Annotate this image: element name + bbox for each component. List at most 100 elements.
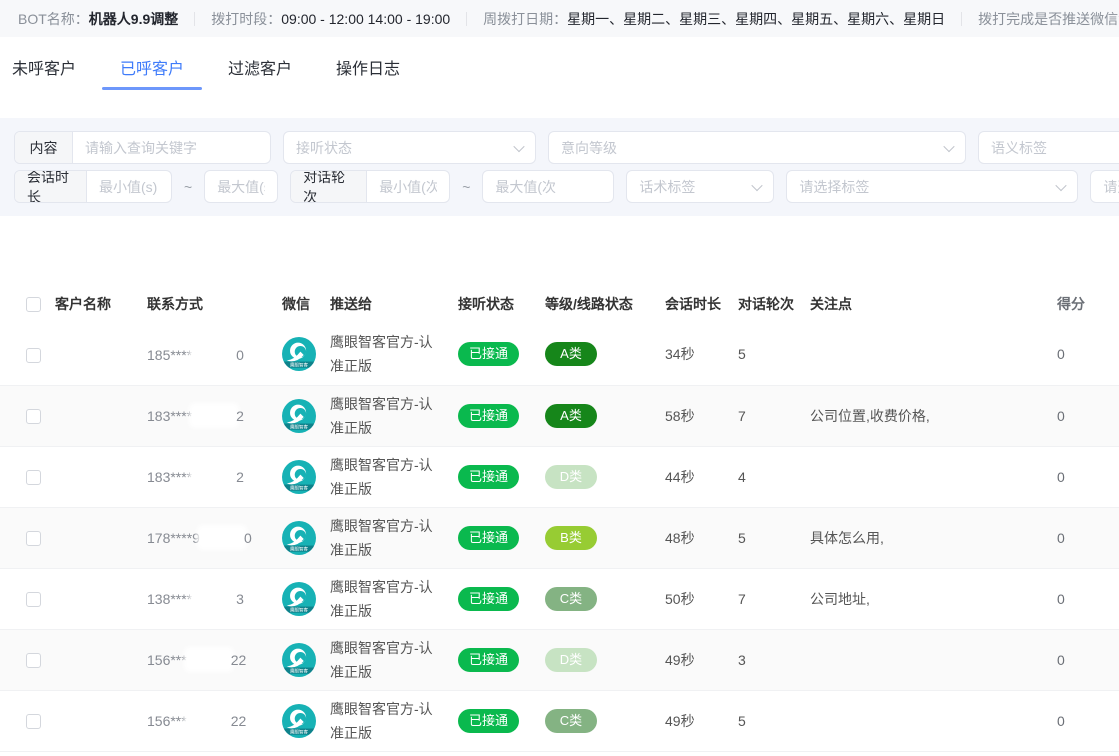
dial-time-label: 拨打时段： xyxy=(211,9,281,29)
wechat-avatar-icon xyxy=(282,337,316,371)
rounds-max-input[interactable] xyxy=(483,179,613,195)
listen-status-placeholder: 接听状态 xyxy=(296,138,352,158)
focus-cell: 公司地址, xyxy=(810,568,1045,629)
duration-max-box xyxy=(204,170,278,203)
week-days-value: 星期一、星期二、星期三、星期四、星期五、星期六、星期日 xyxy=(567,9,945,29)
filter-panel: 内容 接听状态 意向等级 会话时长 ~ 对话轮次 ~ xyxy=(0,118,1119,216)
header-push-to: 推送给 xyxy=(330,284,458,324)
phone-cell: 156***22 xyxy=(147,629,282,690)
customer-name-cell xyxy=(55,446,147,507)
customer-name-cell xyxy=(55,690,147,751)
header-grade-line-status: 等级/线路状态 xyxy=(545,284,665,324)
table-row: 185****0 鹰眼智客官方-认准正版 已接通 A类 34秒 5 0 xyxy=(0,324,1119,385)
rounds-cell: 5 xyxy=(738,690,810,751)
push-to-name: 鹰眼智客官方-认准正版 xyxy=(330,514,446,562)
chevron-down-icon xyxy=(1056,179,1067,190)
score-cell: 0 xyxy=(1045,324,1119,385)
row-checkbox[interactable] xyxy=(26,409,41,424)
content-keyword-input[interactable] xyxy=(73,140,270,156)
status-badge: 已接通 xyxy=(458,526,519,550)
wechat-avatar-icon xyxy=(282,704,316,738)
phone-cell: 156***22 xyxy=(147,690,282,751)
rounds-cell: 5 xyxy=(738,324,810,385)
select-tag-placeholder: 请选择标签 xyxy=(799,177,869,197)
semantic-tag-input[interactable] xyxy=(979,140,1119,156)
row-checkbox[interactable] xyxy=(26,531,41,546)
table-row: 156***22 鹰眼智客官方-认准正版 已接通 C类 49秒 5 0 xyxy=(0,690,1119,751)
week-days-label: 周拨打日期： xyxy=(483,9,567,29)
redaction-blur xyxy=(193,468,235,485)
select-all-checkbox[interactable] xyxy=(26,297,41,312)
push-to-name: 鹰眼智客官方-认准正版 xyxy=(330,636,446,684)
duration-min-input[interactable] xyxy=(87,179,171,195)
header-contact: 联系方式 xyxy=(147,284,282,324)
rounds-min-input[interactable] xyxy=(367,179,449,195)
wechat-avatar-icon xyxy=(282,460,316,494)
push-to-name: 鹰眼智客官方-认准正版 xyxy=(330,697,446,745)
status-badge: 已接通 xyxy=(458,587,519,611)
duration-cell: 49秒 xyxy=(665,690,738,751)
duration-cell: 48秒 xyxy=(665,507,738,568)
tilde-separator: ~ xyxy=(184,179,192,195)
row-checkbox[interactable] xyxy=(26,592,41,607)
tab-filtered-customers[interactable]: 过滤客户 xyxy=(224,55,296,79)
status-badge: 已接通 xyxy=(458,342,519,366)
customer-tabs: 未呼客户 已呼客户 过滤客户 操作日志 xyxy=(8,45,1119,89)
phone-cell: 178****90 xyxy=(147,507,282,568)
duration-max-input[interactable] xyxy=(205,179,277,195)
tab-called-customers[interactable]: 已呼客户 xyxy=(116,55,188,79)
push-to-name: 鹰眼智客官方-认准正版 xyxy=(330,453,446,501)
table-row: 183****2 鹰眼智客官方-认准正版 已接通 D类 44秒 4 0 xyxy=(0,446,1119,507)
listen-status-select[interactable]: 接听状态 xyxy=(283,131,536,164)
focus-cell xyxy=(810,690,1045,751)
table-row: 156***22 鹰眼智客官方-认准正版 已接通 D类 49秒 3 0 xyxy=(0,629,1119,690)
customer-name-cell xyxy=(55,385,147,446)
tilde-separator: ~ xyxy=(462,179,470,195)
score-cell: 0 xyxy=(1045,385,1119,446)
rounds-cell: 4 xyxy=(738,446,810,507)
row-checkbox[interactable] xyxy=(26,714,41,729)
grade-badge: C类 xyxy=(545,709,597,733)
phone-cell: 183****2 xyxy=(147,446,282,507)
header-wechat: 微信 xyxy=(282,284,330,324)
content-filter-group: 内容 xyxy=(14,131,271,164)
score-cell: 0 xyxy=(1045,507,1119,568)
tab-operation-log[interactable]: 操作日志 xyxy=(332,55,404,79)
wechat-avatar-icon xyxy=(282,521,316,555)
score-cell: 0 xyxy=(1045,690,1119,751)
grade-badge: B类 xyxy=(545,526,597,550)
push-to-name: 鹰眼智客官方-认准正版 xyxy=(330,330,446,378)
duration-cell: 44秒 xyxy=(665,446,738,507)
duration-filter-group: 会话时长 xyxy=(14,170,172,203)
chevron-down-icon xyxy=(943,140,954,151)
status-badge: 已接通 xyxy=(458,465,519,489)
push-to-name: 鹰眼智客官方-认准正版 xyxy=(330,575,446,623)
rounds-filter-label: 对话轮次 xyxy=(291,171,367,202)
row-checkbox[interactable] xyxy=(26,348,41,363)
phone-cell: 138****3 xyxy=(147,568,282,629)
script-tag-select[interactable]: 话术标签 xyxy=(626,170,774,203)
customer-name-cell xyxy=(55,629,147,690)
chevron-down-icon xyxy=(513,140,524,151)
customer-name-cell xyxy=(55,324,147,385)
row-checkbox[interactable] xyxy=(26,470,41,485)
redaction-blur xyxy=(193,590,235,607)
grade-badge: C类 xyxy=(545,587,597,611)
grade-badge: A类 xyxy=(545,404,597,428)
row-checkbox[interactable] xyxy=(26,653,41,668)
header-duration: 会话时长 xyxy=(665,284,738,324)
status-badge: 已接通 xyxy=(458,648,519,672)
duration-cell: 34秒 xyxy=(665,324,738,385)
more-wechat-input[interactable] xyxy=(1091,179,1119,195)
phone-cell: 183****2 xyxy=(147,385,282,446)
tab-uncalled-customers[interactable]: 未呼客户 xyxy=(8,55,80,79)
redaction-blur xyxy=(201,529,243,546)
select-tag-select[interactable]: 请选择标签 xyxy=(786,170,1078,203)
score-cell: 0 xyxy=(1045,446,1119,507)
more-wechat-box xyxy=(1090,170,1119,203)
intent-level-select[interactable]: 意向等级 xyxy=(548,131,966,164)
wechat-avatar-icon xyxy=(282,643,316,677)
divider xyxy=(961,12,962,26)
table-row: 178****90 鹰眼智客官方-认准正版 已接通 B类 48秒 5 具体怎么用… xyxy=(0,507,1119,568)
divider xyxy=(194,12,195,26)
